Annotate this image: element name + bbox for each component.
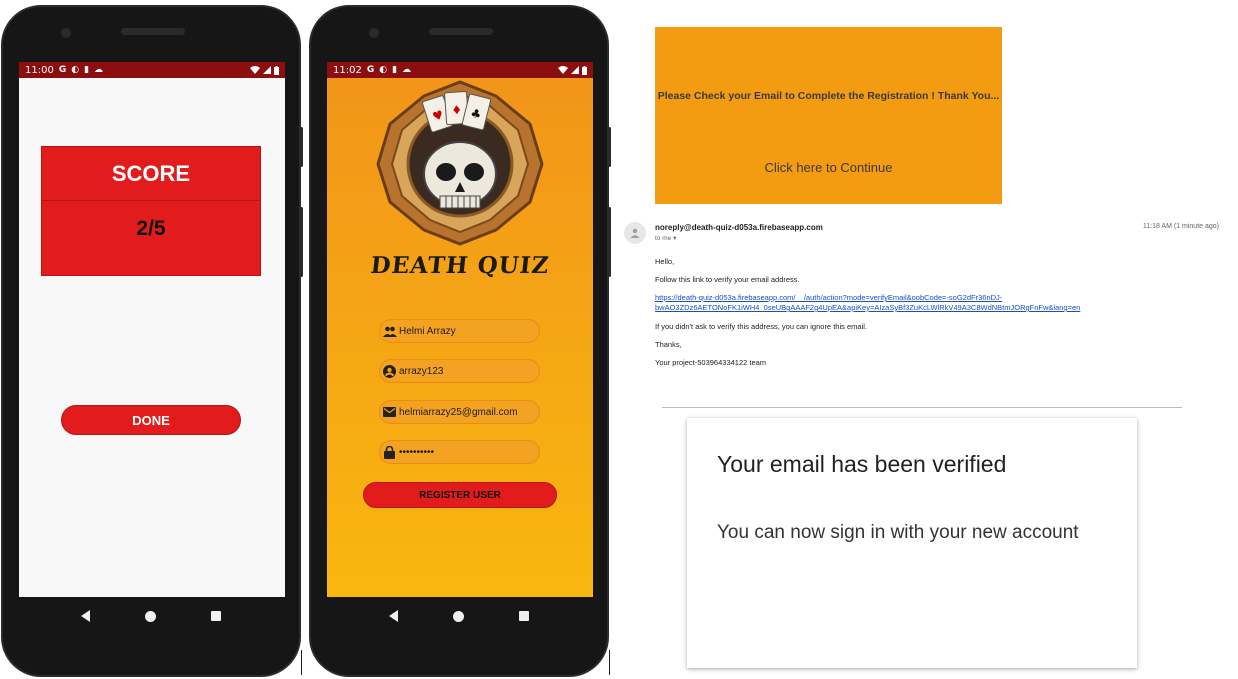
email-ignore-note: If you didn't ask to verify this address… xyxy=(655,322,867,331)
svg-text:♦: ♦ xyxy=(451,103,463,118)
google-icon: G xyxy=(58,65,67,75)
home-icon[interactable] xyxy=(452,610,464,622)
cloud-icon: ☁ xyxy=(402,65,412,75)
lock-icon xyxy=(382,445,397,460)
status-right xyxy=(558,65,587,75)
front-camera xyxy=(369,28,379,38)
signal-icon xyxy=(263,66,271,74)
phone-register: 11:02 G ◐ ▮ ☁ ♥ ♦ ♣ DEATH QUIZ Helmi Arr… xyxy=(309,5,611,677)
battery-icon xyxy=(582,65,587,75)
wifi-icon xyxy=(558,66,568,74)
nav-bar xyxy=(3,598,299,634)
verified-subtitle: You can now sign in with your new accoun… xyxy=(717,522,1079,543)
fullname-value: Helmi Arrazy xyxy=(399,325,456,337)
email-thanks: Thanks, xyxy=(655,340,682,349)
nav-bar xyxy=(311,598,607,634)
check-email-banner: Please Check your Email to Complete the … xyxy=(655,27,1002,204)
email-sender: noreply@death-quiz-d053a.firebaseapp.com xyxy=(655,223,823,232)
score-title: SCORE xyxy=(42,147,260,201)
email-time: 11:18 AM (1 minute ago) xyxy=(1142,223,1219,230)
cloud-icon: ☁ xyxy=(94,65,104,75)
app-title: DEATH QUIZ xyxy=(369,252,551,279)
chevron-down-icon: ▾ xyxy=(673,235,677,242)
recents-icon[interactable] xyxy=(211,611,222,621)
email-instruction: Follow this link to verify your email ad… xyxy=(655,275,800,284)
speaker-grille xyxy=(429,28,493,35)
banner-message: Please Check your Email to Complete the … xyxy=(657,90,1000,102)
divider-line xyxy=(301,650,302,675)
power-button xyxy=(608,127,611,167)
email-signature: Your project-503964334122 team xyxy=(655,358,767,367)
username-value: arrazy123 xyxy=(399,365,444,377)
play-icon: ◐ xyxy=(71,65,80,75)
register-user-button[interactable]: REGISTER USER xyxy=(363,482,557,508)
volume-button xyxy=(300,207,303,277)
status-bar: 11:02 G ◐ ▮ ☁ xyxy=(327,62,593,78)
fullname-field[interactable]: Helmi Arrazy xyxy=(379,319,540,343)
status-bar: 11:00 G ◐ ▮ ☁ xyxy=(19,62,285,78)
sender-avatar xyxy=(624,222,646,244)
status-time: 11:00 xyxy=(25,64,54,76)
recipient-label: to me xyxy=(655,235,672,242)
people-icon xyxy=(382,324,397,339)
speaker-grille xyxy=(121,28,185,35)
continue-link[interactable]: Click here to Continue xyxy=(655,160,1002,175)
done-button[interactable]: DONE xyxy=(61,405,241,435)
score-screen: 11:00 G ◐ ▮ ☁ SCORE 2/5 DONE xyxy=(19,62,285,597)
power-button xyxy=(300,127,303,167)
home-icon[interactable] xyxy=(144,610,156,622)
skull-logo-icon: ♥ ♦ ♣ xyxy=(376,80,544,246)
username-field[interactable]: arrazy123 xyxy=(379,359,540,383)
google-icon: G xyxy=(366,65,375,75)
divider-line xyxy=(609,650,610,675)
person-icon xyxy=(630,228,640,238)
verify-link[interactable]: https://death-quiz-d053a.firebaseapp.com… xyxy=(655,293,1220,313)
wifi-icon xyxy=(250,66,260,74)
account-circle-icon xyxy=(382,364,397,379)
mail-icon xyxy=(382,405,397,420)
email-recipient[interactable]: to me ▾ xyxy=(655,234,676,242)
register-screen: 11:02 G ◐ ▮ ☁ ♥ ♦ ♣ DEATH QUIZ Helmi Arr… xyxy=(327,62,593,597)
recents-icon[interactable] xyxy=(519,611,530,621)
play-icon: ◐ xyxy=(379,65,388,75)
verification-email: noreply@death-quiz-d053a.firebaseapp.com… xyxy=(622,218,1222,378)
verified-card: Your email has been verified You can now… xyxy=(687,418,1137,668)
email-greeting: Hello, xyxy=(655,257,675,266)
email-value: helmiarrazy25@gmail.com xyxy=(399,406,518,418)
status-right xyxy=(250,65,279,75)
score-value: 2/5 xyxy=(136,217,166,240)
password-field[interactable]: •••••••••• xyxy=(379,440,540,464)
back-icon[interactable] xyxy=(80,610,90,622)
score-card: SCORE 2/5 xyxy=(41,146,261,276)
status-time: 11:02 xyxy=(333,64,362,76)
battery-icon xyxy=(274,65,279,75)
screenshot-canvas: 11:00 G ◐ ▮ ☁ SCORE 2/5 DONE 11:02 G ◐ ▮… xyxy=(0,0,1238,679)
section-divider xyxy=(662,407,1182,408)
verified-title: Your email has been verified xyxy=(717,451,1007,477)
signal-icon xyxy=(571,66,579,74)
sd-card-icon: ▮ xyxy=(392,65,398,75)
volume-button xyxy=(608,207,611,277)
sd-card-icon: ▮ xyxy=(84,65,90,75)
phone-score: 11:00 G ◐ ▮ ☁ SCORE 2/5 DONE xyxy=(1,5,303,677)
email-field[interactable]: helmiarrazy25@gmail.com xyxy=(379,400,540,424)
front-camera xyxy=(61,28,71,38)
back-icon[interactable] xyxy=(388,610,398,622)
password-value: •••••••••• xyxy=(399,446,435,458)
